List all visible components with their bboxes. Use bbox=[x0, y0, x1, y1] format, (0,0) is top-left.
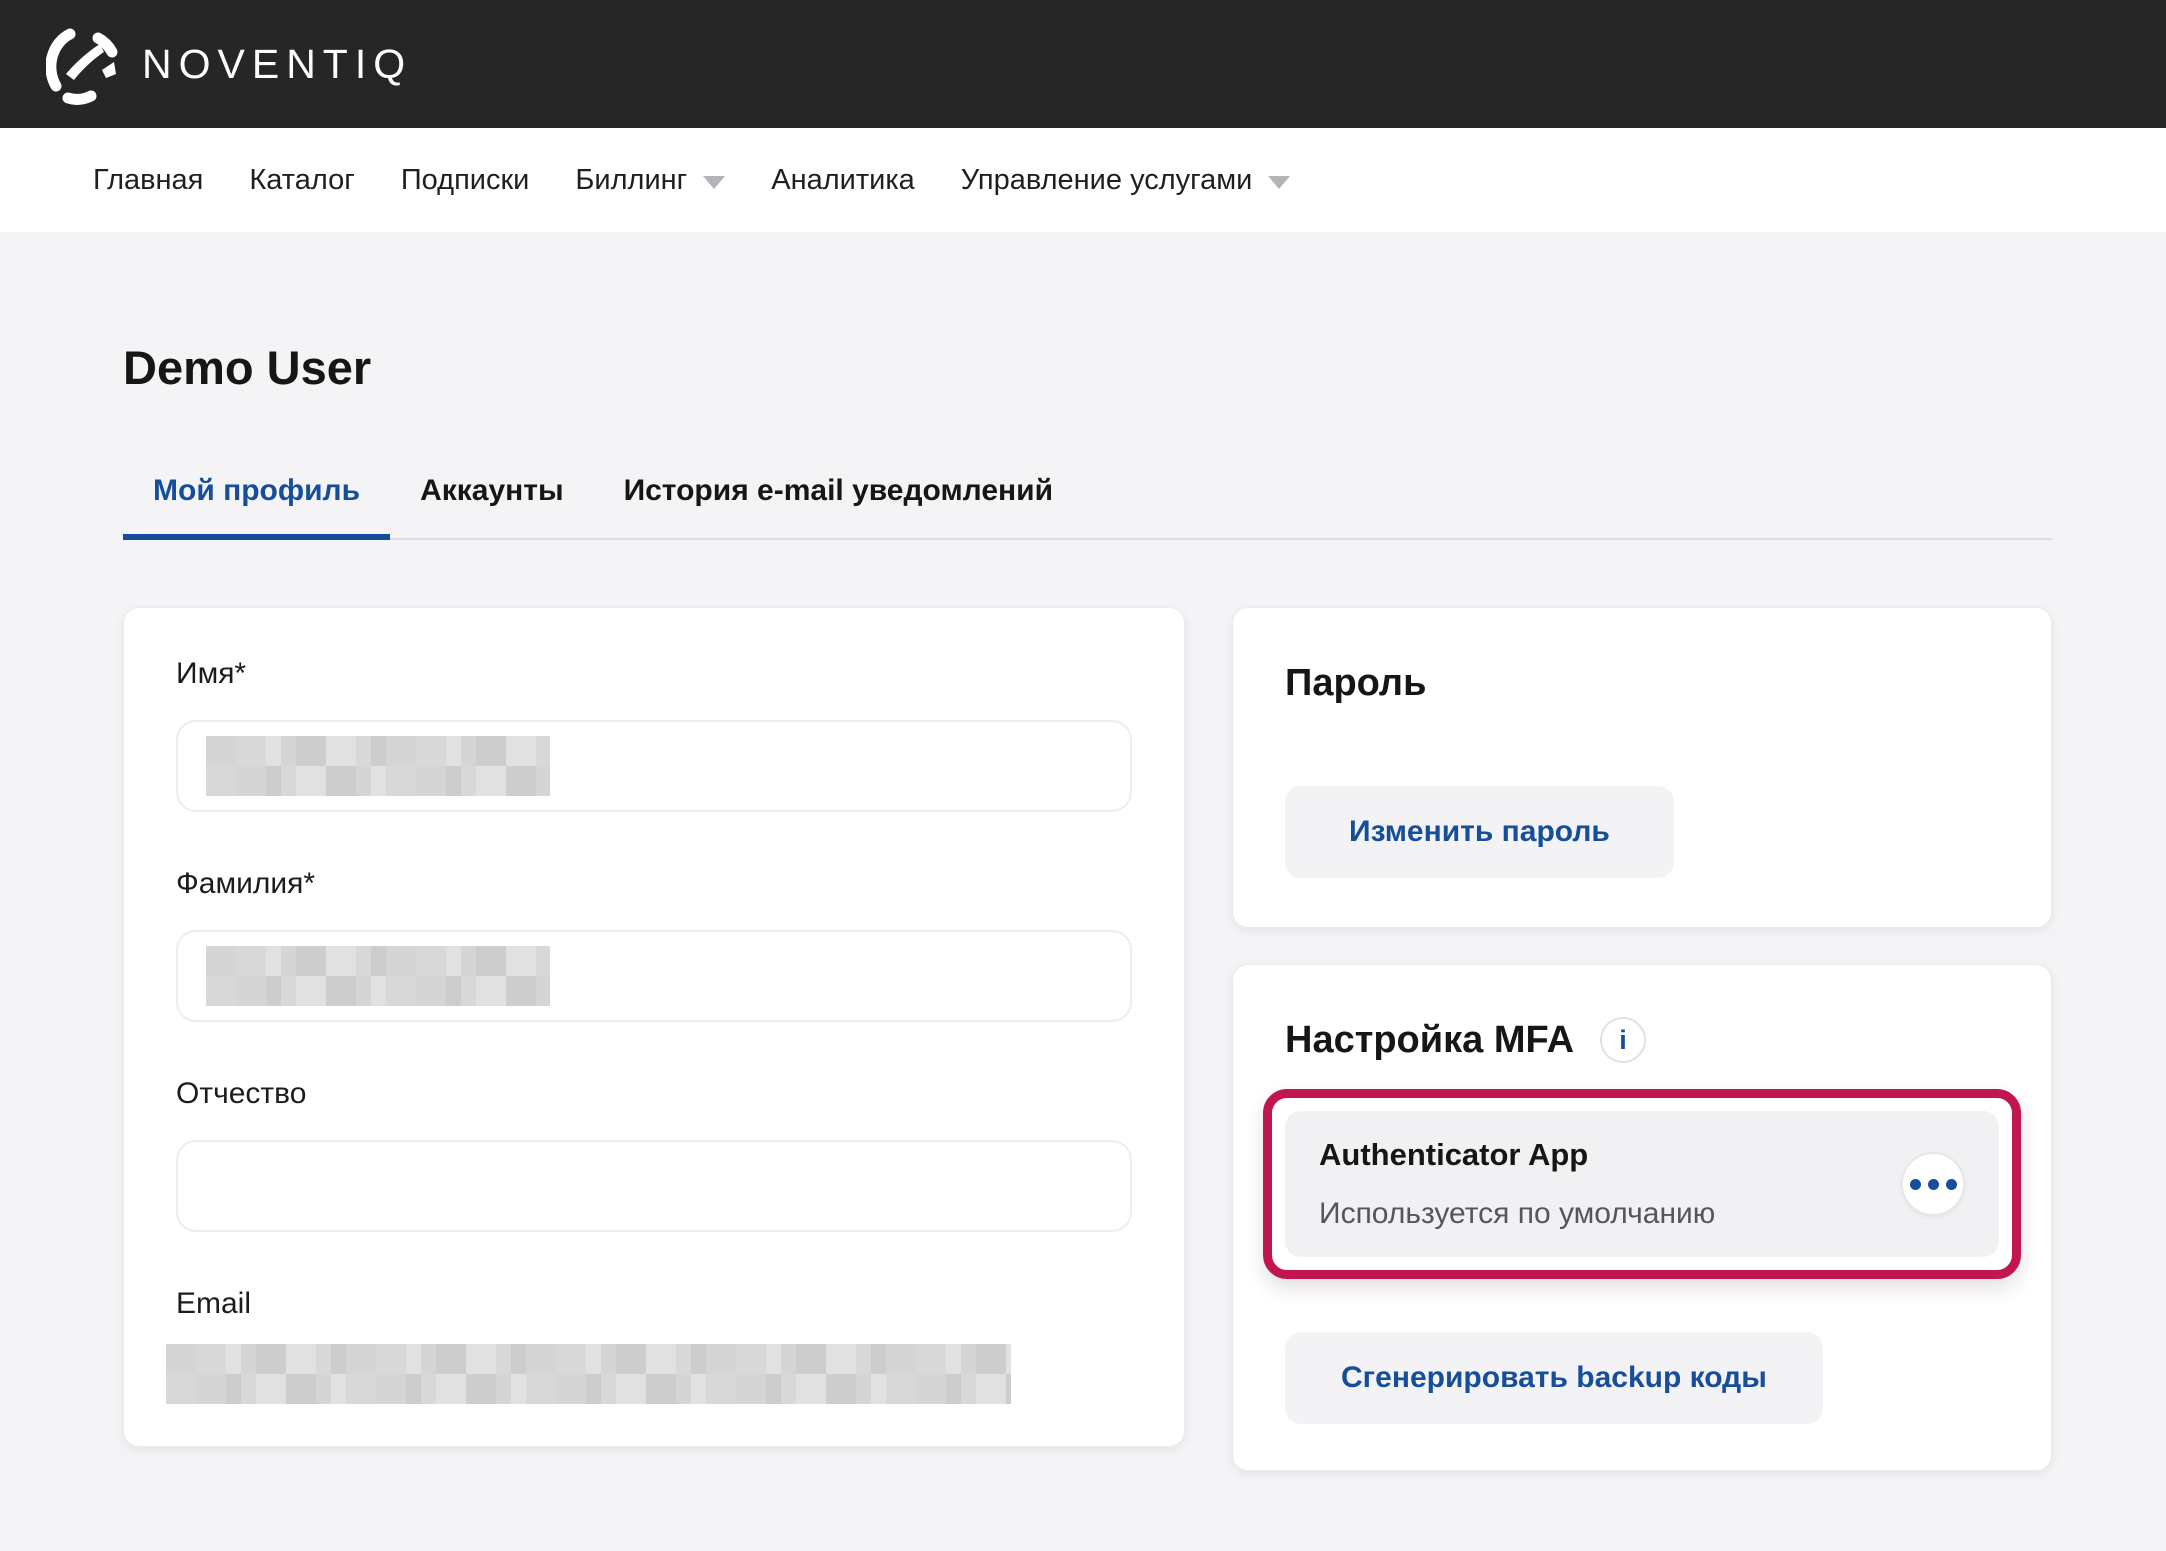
redacted-email-value bbox=[166, 1344, 1011, 1404]
noventiq-logo-text: NOVENTIQ bbox=[142, 44, 412, 85]
main-navigation: Главная Каталог Подписки Биллинг Аналити… bbox=[0, 128, 2166, 232]
last-name-input[interactable] bbox=[176, 930, 1132, 1022]
mfa-title-row: Настройка MFA i bbox=[1285, 1017, 1999, 1063]
last-name-field-group: Фамилия* bbox=[176, 866, 1132, 1022]
mfa-method-name: Authenticator App bbox=[1319, 1137, 1715, 1173]
ellipsis-dot-icon bbox=[1946, 1179, 1957, 1190]
middle-name-label: Отчество bbox=[176, 1076, 1132, 1112]
ellipsis-dot-icon bbox=[1928, 1179, 1939, 1190]
chevron-down-icon bbox=[703, 176, 725, 189]
nav-item-label: Управление услугами bbox=[961, 164, 1253, 197]
profile-tabs: Мой профиль Аккаунты История e-mail увед… bbox=[123, 474, 2052, 540]
email-label: Email bbox=[176, 1286, 1132, 1322]
change-password-button[interactable]: Изменить пароль bbox=[1285, 786, 1674, 878]
mfa-method-highlight-annotation: Authenticator App Используется по умолча… bbox=[1263, 1089, 2021, 1279]
top-header-bar: NOVENTIQ bbox=[0, 0, 2166, 128]
middle-name-input[interactable] bbox=[176, 1140, 1132, 1232]
nav-item-home[interactable]: Главная bbox=[93, 164, 203, 197]
mfa-method-status: Используется по умолчанию bbox=[1319, 1197, 1715, 1231]
two-column-layout: Имя* Фамилия* Отчество Email bbox=[123, 607, 2052, 1471]
page-title: Demo User bbox=[123, 340, 2052, 396]
email-field-group: Email bbox=[176, 1286, 1132, 1404]
profile-page: NOVENTIQ Главная Каталог Подписки Биллин… bbox=[0, 0, 2166, 1551]
profile-form-card: Имя* Фамилия* Отчество Email bbox=[123, 607, 1185, 1447]
nav-item-label: Аналитика bbox=[771, 164, 915, 197]
nav-item-analytics[interactable]: Аналитика bbox=[771, 164, 915, 197]
first-name-input[interactable] bbox=[176, 720, 1132, 812]
nav-item-catalog[interactable]: Каталог bbox=[249, 164, 354, 197]
nav-item-label: Подписки bbox=[401, 164, 530, 197]
mfa-method-texts: Authenticator App Используется по умолча… bbox=[1319, 1137, 1715, 1231]
page-content: Demo User Мой профиль Аккаунты История e… bbox=[0, 340, 2166, 1471]
nav-item-label: Главная bbox=[93, 164, 203, 197]
middle-name-field-group: Отчество bbox=[176, 1076, 1132, 1232]
tab-my-profile[interactable]: Мой профиль bbox=[123, 474, 390, 540]
mfa-method-options-button[interactable] bbox=[1901, 1152, 1965, 1216]
nav-item-service-management[interactable]: Управление услугами bbox=[961, 164, 1291, 197]
noventiq-logo-icon bbox=[46, 22, 124, 106]
generate-backup-codes-button[interactable]: Сгенерировать backup коды bbox=[1285, 1332, 1823, 1424]
redacted-first-name-value bbox=[206, 736, 550, 796]
last-name-label: Фамилия* bbox=[176, 866, 1132, 902]
right-column: Пароль Изменить пароль Настройка MFA i A… bbox=[1232, 607, 2052, 1471]
noventiq-logo[interactable]: NOVENTIQ bbox=[46, 22, 412, 106]
redacted-last-name-value bbox=[206, 946, 550, 1006]
nav-item-label: Биллинг bbox=[575, 164, 687, 197]
tab-accounts[interactable]: Аккаунты bbox=[390, 474, 594, 540]
nav-item-subscriptions[interactable]: Подписки bbox=[401, 164, 530, 197]
mfa-card-title: Настройка MFA bbox=[1285, 1017, 1574, 1063]
first-name-label: Имя* bbox=[176, 656, 1132, 692]
info-icon[interactable]: i bbox=[1600, 1017, 1646, 1063]
nav-item-billing[interactable]: Биллинг bbox=[575, 164, 725, 197]
tab-email-history[interactable]: История e-mail уведомлений bbox=[594, 474, 1083, 540]
mfa-method-row: Authenticator App Используется по умолча… bbox=[1285, 1111, 1999, 1257]
password-card: Пароль Изменить пароль bbox=[1232, 607, 2052, 928]
password-card-title: Пароль bbox=[1285, 660, 1999, 706]
ellipsis-dot-icon bbox=[1910, 1179, 1921, 1190]
chevron-down-icon bbox=[1268, 176, 1290, 189]
first-name-field-group: Имя* bbox=[176, 656, 1132, 812]
nav-item-label: Каталог bbox=[249, 164, 354, 197]
mfa-settings-card: Настройка MFA i Authenticator App Исполь… bbox=[1232, 964, 2052, 1471]
